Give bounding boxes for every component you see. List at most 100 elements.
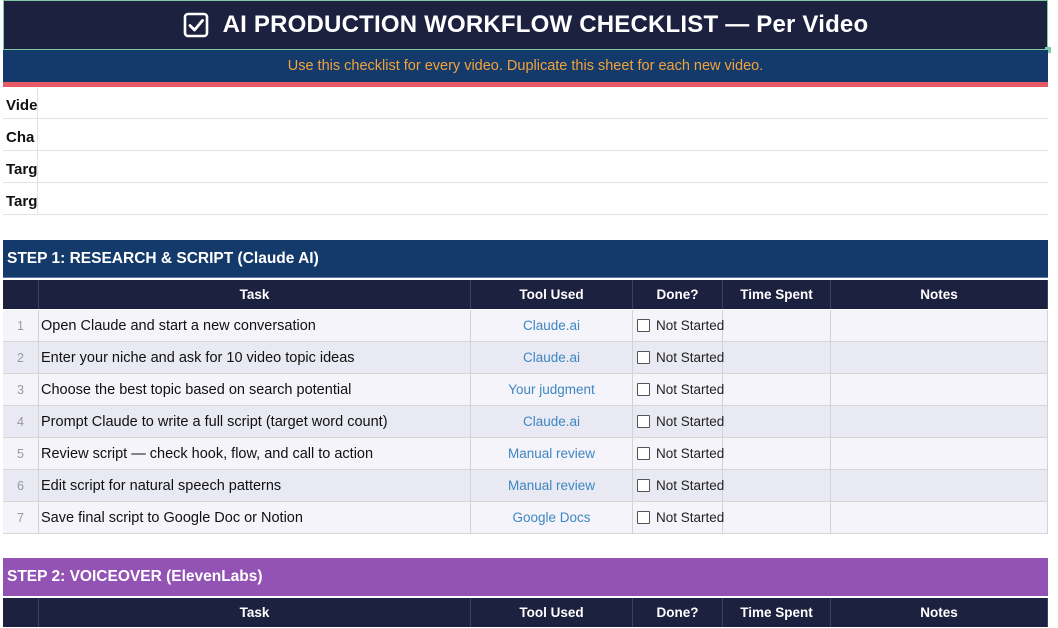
col-header-tool[interactable]: Tool Used [471,280,633,309]
info-row-video: Vide [3,87,1048,119]
checkbox-icon[interactable] [637,511,650,524]
col-header-task[interactable]: Task [39,280,471,309]
notes-cell[interactable] [831,438,1048,469]
done-cell[interactable]: Not Started [633,470,725,501]
col-header-time[interactable]: Time Spent [723,280,831,309]
tool-cell[interactable]: Manual review [471,438,633,469]
status-text: Not Started [656,382,725,397]
notes-cell[interactable] [831,310,1048,341]
time-cell[interactable] [723,406,831,437]
table-row: 5 Review script — check hook, flow, and … [3,438,1048,470]
tool-cell[interactable]: Manual review [471,470,633,501]
tool-cell[interactable]: Google Docs [471,502,633,533]
step1-column-headers: Task Tool Used Done? Time Spent Notes [3,280,1048,309]
task-cell[interactable]: Review script — check hook, flow, and ca… [39,438,471,469]
notes-cell[interactable] [831,502,1048,533]
tool-cell[interactable]: Your judgment [471,374,633,405]
info-row-target-1: Targ [3,151,1048,183]
done-cell[interactable]: Not Started [633,310,725,341]
notes-cell[interactable] [831,470,1048,501]
checkbox-checked-icon [183,12,208,38]
info-value-cell[interactable] [38,87,1048,118]
step1-header[interactable]: STEP 1: RESEARCH & SCRIPT (Claude AI) [3,240,1048,278]
task-cell[interactable]: Prompt Claude to write a full script (ta… [39,406,471,437]
notes-cell[interactable] [831,342,1048,373]
col-header-tool[interactable]: Tool Used [471,598,633,627]
table-row: 4 Prompt Claude to write a full script (… [3,406,1048,438]
step2-column-headers: Task Tool Used Done? Time Spent Notes [3,598,1048,627]
time-cell[interactable] [723,438,831,469]
col-header-number[interactable] [3,280,39,309]
time-cell[interactable] [723,470,831,501]
done-cell[interactable]: Not Started [633,374,725,405]
done-cell[interactable]: Not Started [633,502,725,533]
checkbox-icon[interactable] [637,447,650,460]
checkbox-icon[interactable] [637,479,650,492]
info-label[interactable]: Targ [3,151,38,182]
task-cell[interactable]: Enter your niche and ask for 10 video to… [39,342,471,373]
status-text: Not Started [656,414,725,429]
table-row: 1 Open Claude and start a new conversati… [3,310,1048,342]
row-number[interactable]: 5 [3,438,39,469]
col-header-number[interactable] [3,598,39,627]
status-text: Not Started [656,350,725,365]
checkbox-icon[interactable] [637,351,650,364]
task-cell[interactable]: Choose the best topic based on search po… [39,374,471,405]
info-row-target-2: Targ [3,183,1048,215]
step2-header[interactable]: STEP 2: VOICEOVER (ElevenLabs) [3,558,1048,596]
time-cell[interactable] [723,374,831,405]
done-cell[interactable]: Not Started [633,406,725,437]
checkbox-icon[interactable] [637,415,650,428]
col-header-done[interactable]: Done? [633,280,723,309]
row-number[interactable]: 6 [3,470,39,501]
col-header-task[interactable]: Task [39,598,471,627]
col-header-notes[interactable]: Notes [831,598,1048,627]
info-label[interactable]: Vide [3,87,38,118]
table-row: 2 Enter your niche and ask for 10 video … [3,342,1048,374]
row-number[interactable]: 4 [3,406,39,437]
tool-cell[interactable]: Claude.ai [471,342,633,373]
step1-title: STEP 1: RESEARCH & SCRIPT (Claude AI) [7,249,319,267]
checkbox-icon[interactable] [637,383,650,396]
info-value-cell[interactable] [38,151,1048,182]
task-cell[interactable]: Open Claude and start a new conversation [39,310,471,341]
notes-cell[interactable] [831,406,1048,437]
tool-cell[interactable]: Claude.ai [471,406,633,437]
sheet-title-banner[interactable]: AI PRODUCTION WORKFLOW CHECKLIST — Per V… [3,0,1051,53]
page-title: AI PRODUCTION WORKFLOW CHECKLIST — Per V… [222,11,869,38]
info-row-channel: Cha [3,119,1048,151]
table-row: 6 Edit script for natural speech pattern… [3,470,1048,502]
col-header-time[interactable]: Time Spent [723,598,831,627]
row-number[interactable]: 2 [3,342,39,373]
done-cell[interactable]: Not Started [633,438,725,469]
task-cell[interactable]: Save final script to Google Doc or Notio… [39,502,471,533]
task-cell[interactable]: Edit script for natural speech patterns [39,470,471,501]
status-text: Not Started [656,318,725,333]
tool-cell[interactable]: Claude.ai [471,310,633,341]
time-cell[interactable] [723,342,831,373]
step1-task-table: 1 Open Claude and start a new conversati… [3,310,1048,534]
row-number[interactable]: 7 [3,502,39,533]
row-number[interactable]: 3 [3,374,39,405]
table-row: 3 Choose the best topic based on search … [3,374,1048,406]
time-cell[interactable] [723,502,831,533]
info-value-cell[interactable] [38,119,1048,150]
status-text: Not Started [656,478,725,493]
subtitle-text: Use this checklist for every video. Dupl… [287,58,764,74]
status-text: Not Started [656,510,725,525]
col-header-notes[interactable]: Notes [831,280,1048,309]
video-info-section: Vide Cha Targ Targ [3,87,1048,215]
info-label[interactable]: Cha [3,119,38,150]
checkbox-icon[interactable] [637,319,650,332]
notes-cell[interactable] [831,374,1048,405]
row-number[interactable]: 1 [3,310,39,341]
info-label[interactable]: Targ [3,183,38,214]
status-text: Not Started [656,446,725,461]
info-value-cell[interactable] [38,183,1048,214]
time-cell[interactable] [723,310,831,341]
step2-title: STEP 2: VOICEOVER (ElevenLabs) [7,568,263,585]
done-cell[interactable]: Not Started [633,342,725,373]
subtitle-instructions[interactable]: Use this checklist for every video. Dupl… [3,50,1048,82]
col-header-done[interactable]: Done? [633,598,723,627]
table-row: 7 Save final script to Google Doc or Not… [3,502,1048,534]
